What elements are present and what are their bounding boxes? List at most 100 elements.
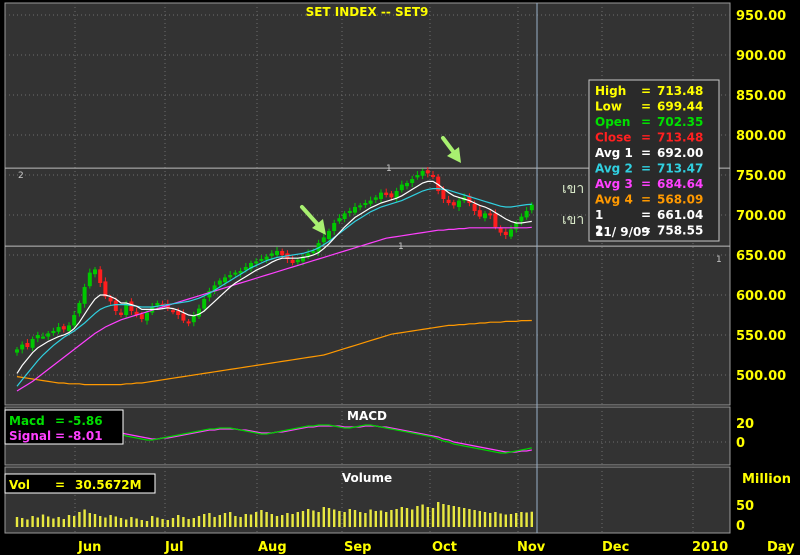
volume-bar — [343, 512, 346, 527]
macd-eq: = — [55, 414, 65, 428]
info-row-label: Low — [595, 100, 622, 114]
price-tick-label: 700.00 — [736, 209, 786, 224]
volume-bar — [244, 514, 247, 527]
volume-bar — [192, 518, 195, 527]
volume-legend: Vol = 30.5672M — [4, 473, 156, 494]
level-marker-right: 1 — [716, 255, 722, 265]
candle-body — [488, 213, 493, 216]
volume-bar — [296, 512, 299, 527]
candle-body — [61, 326, 66, 330]
volume-bar — [478, 511, 481, 527]
volume-bar — [307, 509, 310, 527]
info-row-label: Avg 3 — [595, 177, 633, 191]
info-row-value: 713.47 — [657, 162, 703, 176]
candle-body — [410, 179, 415, 183]
price-tick-label: 650.00 — [736, 249, 786, 264]
level-marker-lower: 1 — [398, 242, 404, 252]
volume-bar — [135, 518, 138, 527]
volume-tick-0: 0 — [736, 519, 745, 534]
volume-bar — [140, 520, 143, 527]
signal-label: Signal — [9, 429, 51, 443]
volume-bar — [286, 513, 289, 527]
candle-body — [82, 287, 87, 304]
volume-bar — [203, 514, 206, 527]
volume-bar — [67, 515, 71, 527]
volume-bar — [265, 512, 268, 527]
volume-bar — [291, 514, 294, 527]
candle-body — [384, 192, 389, 195]
candle-body — [280, 251, 285, 255]
volume-bar — [114, 516, 117, 527]
month-label: Jul — [164, 540, 184, 555]
volume-bar — [177, 515, 180, 527]
info-row-eq: = — [641, 115, 651, 129]
volume-bar — [99, 516, 102, 527]
volume-bar — [229, 512, 232, 527]
candle-body — [155, 303, 160, 306]
info-row-value: 702.35 — [657, 115, 703, 129]
candle-body — [457, 200, 461, 207]
volume-bar — [489, 513, 492, 527]
candle-body — [368, 200, 373, 204]
candle-body — [30, 339, 35, 348]
info-row-eq: = — [641, 177, 651, 191]
volume-bar — [379, 510, 383, 527]
volume-bar — [395, 509, 398, 527]
candle-body — [342, 213, 347, 219]
candle-body — [186, 321, 191, 324]
price-tick-label: 800.00 — [736, 129, 786, 144]
volume-bar — [109, 515, 112, 527]
volume-bar — [452, 506, 455, 527]
volume-bar — [26, 519, 29, 527]
stock-chart: 950.00 900.00 850.00 800.00 750.00 700.00 650.… — [0, 0, 800, 555]
candle-body — [98, 269, 103, 283]
volume-bar — [468, 509, 471, 527]
volume-bar — [426, 507, 429, 527]
volume-bar — [348, 509, 351, 527]
volume-bar — [93, 514, 97, 527]
volume-bar — [411, 509, 414, 527]
volume-bar — [338, 511, 341, 527]
candle-body — [25, 343, 30, 347]
info-row-label: Avg 1 — [595, 146, 633, 160]
volume-bar — [431, 508, 435, 527]
info-row-value: 684.64 — [657, 177, 703, 191]
month-label: Nov — [517, 540, 546, 555]
volume-bar — [333, 509, 336, 527]
candle-body — [67, 325, 71, 331]
month-label: Oct — [432, 540, 457, 555]
volume-bar — [125, 519, 128, 527]
volume-bar — [374, 511, 377, 527]
volume-bar — [530, 511, 533, 527]
volume-bar — [400, 507, 403, 527]
candle-body — [420, 171, 425, 176]
volume-bar — [208, 513, 211, 527]
price-tick-label: 900.00 — [736, 49, 786, 64]
candle-body — [269, 253, 274, 256]
candle-body — [353, 207, 357, 213]
candle-body — [228, 275, 233, 278]
vol-value: 30.5672M — [75, 478, 142, 492]
vol-label: Vol — [9, 478, 30, 492]
volume-bar — [494, 512, 497, 527]
candle-body — [108, 297, 113, 302]
month-label: Aug — [258, 540, 287, 555]
candle-body — [139, 314, 144, 319]
volume-bar — [260, 510, 263, 527]
level-marker-left: 2 — [18, 171, 24, 181]
volume-bar — [213, 517, 216, 527]
price-tick-label: 600.00 — [736, 289, 786, 304]
volume-bar — [327, 508, 331, 527]
candle-body — [519, 216, 524, 222]
candle-body — [524, 211, 529, 218]
candle-body — [311, 251, 316, 253]
volume-bar — [62, 519, 65, 527]
candle-body — [290, 259, 295, 263]
info-row-eq: = — [641, 146, 651, 160]
macd-label: Macd — [9, 414, 45, 428]
volume-bar — [223, 513, 227, 527]
volume-bar — [301, 511, 305, 527]
candle-body — [472, 203, 477, 211]
volume-bar — [275, 516, 279, 527]
info-row-value: 758.55 — [657, 224, 703, 238]
